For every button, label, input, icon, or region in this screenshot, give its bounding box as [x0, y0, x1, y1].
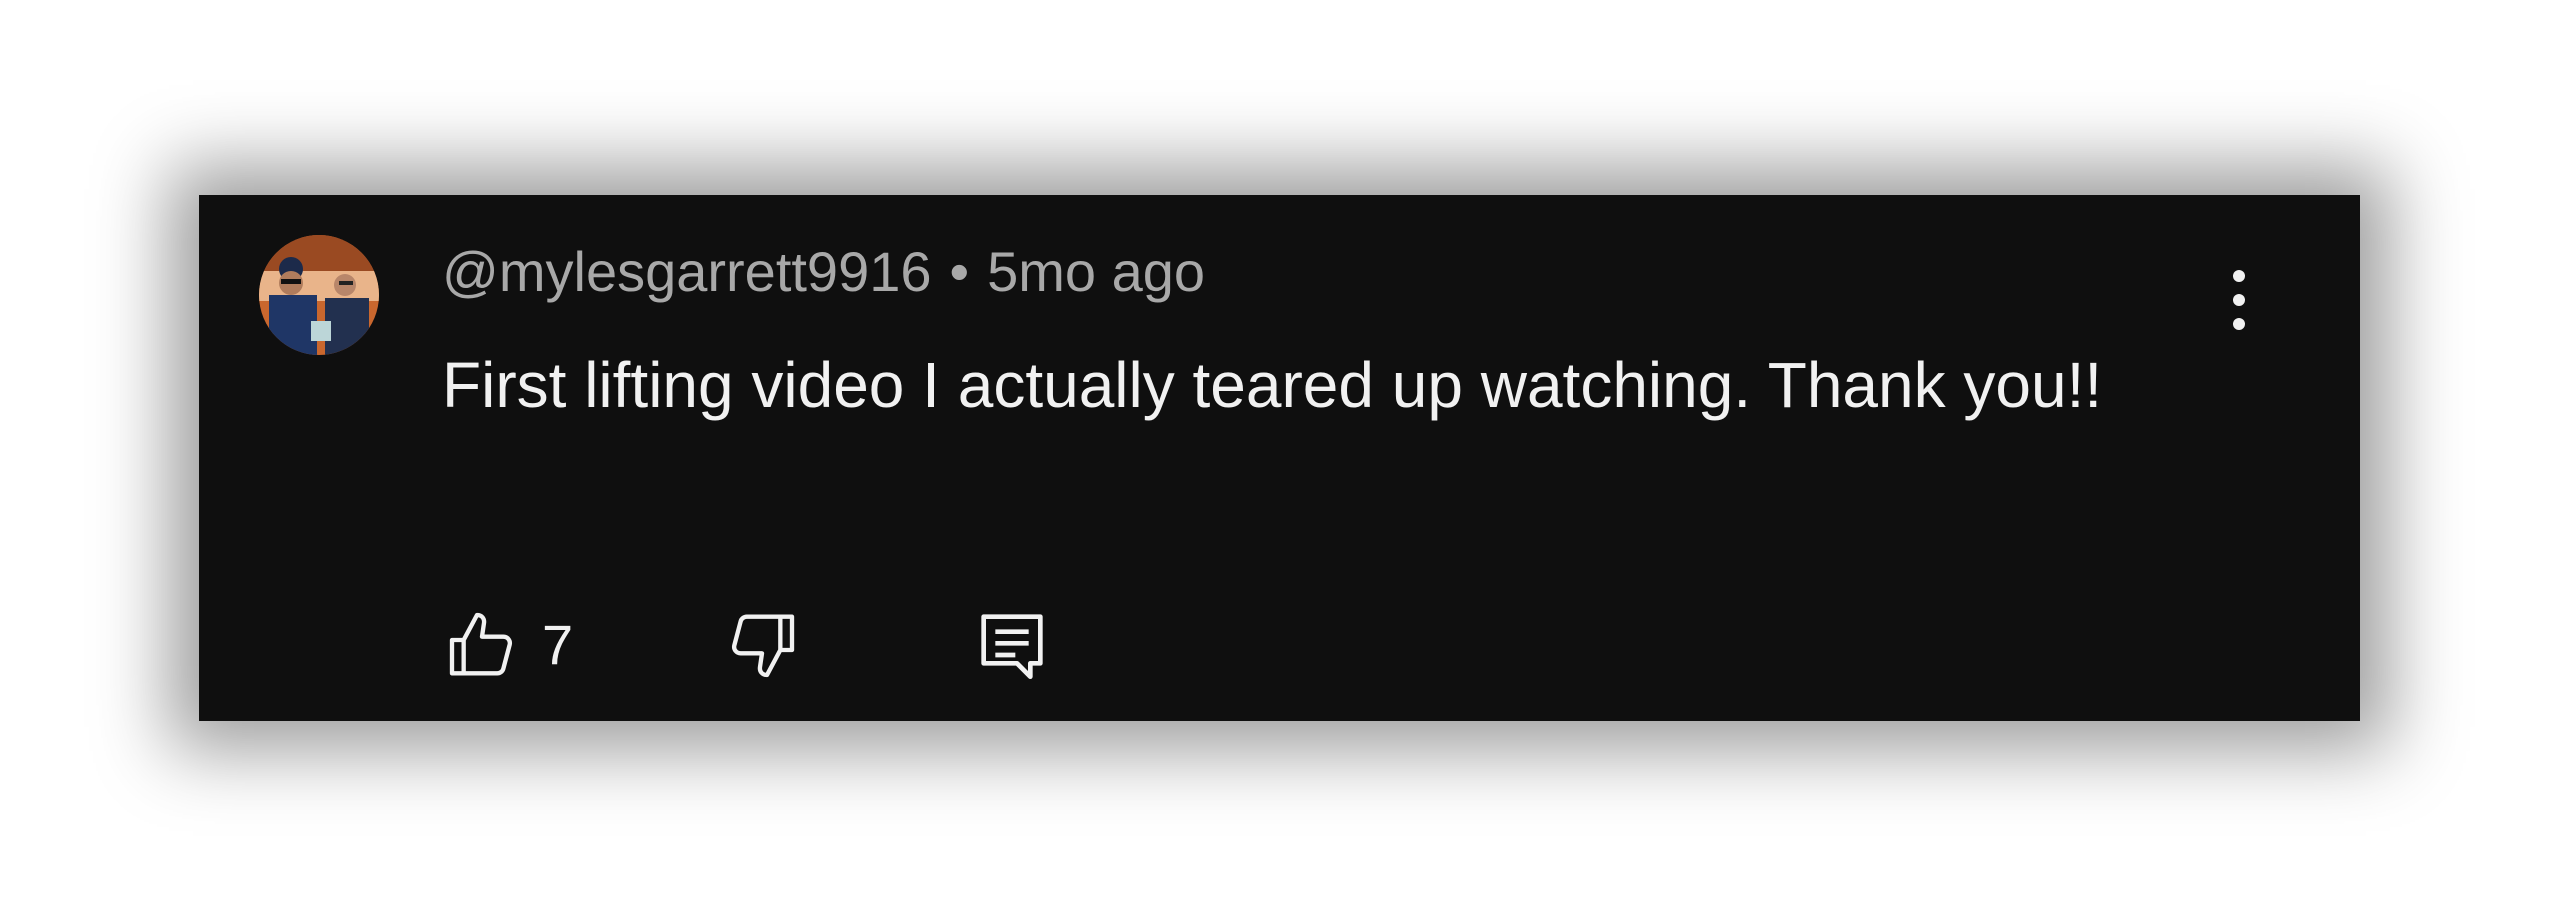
thumbs-down-icon	[731, 614, 795, 678]
more-options-button[interactable]	[2219, 265, 2259, 335]
avatar-photo	[259, 235, 379, 355]
author-name[interactable]: @mylesgarrett9916	[442, 240, 932, 303]
avatar[interactable]	[259, 235, 379, 355]
more-vertical-icon	[2233, 270, 2245, 330]
reply-button[interactable]	[972, 605, 1052, 685]
comment-text: First lifting video I actually teared up…	[442, 349, 2103, 421]
reply-comment-icon	[981, 614, 1043, 679]
meta-separator: •	[949, 240, 970, 303]
comment-meta: @mylesgarrett9916 • 5mo ago	[442, 240, 1205, 304]
like-button[interactable]: 7	[442, 605, 582, 685]
comment-timestamp[interactable]: 5mo ago	[987, 240, 1205, 303]
comment-card: @mylesgarrett9916 • 5mo ago First lifting …	[199, 195, 2360, 721]
like-count: 7	[542, 613, 574, 676]
dislike-button[interactable]	[722, 605, 802, 685]
thumbs-up-icon	[449, 612, 513, 676]
page: @mylesgarrett9916 • 5mo ago First lifting …	[0, 0, 2560, 917]
